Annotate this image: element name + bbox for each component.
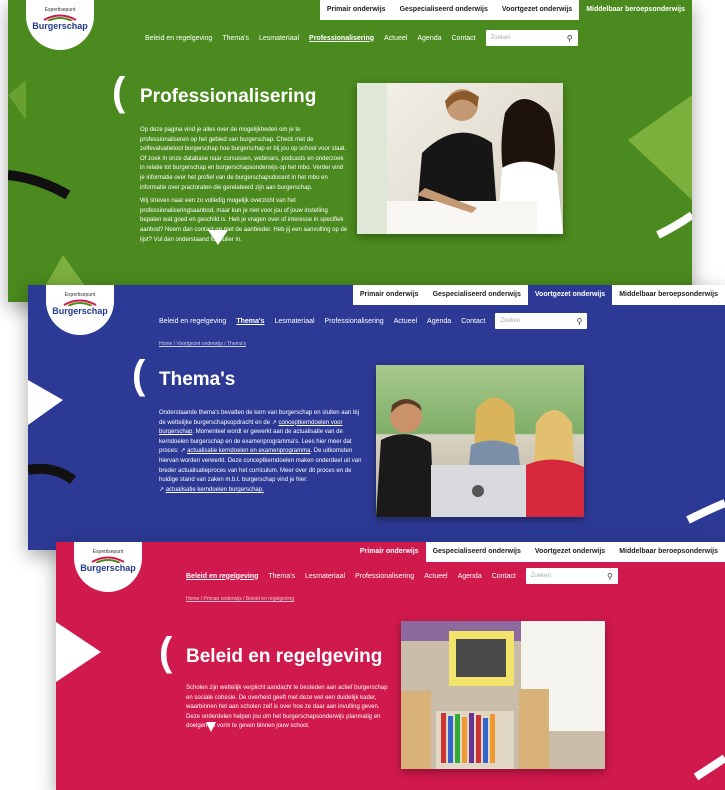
topnav-gespecialiseerd[interactable]: Gespecialiseerd onderwijs	[426, 542, 528, 562]
main-nav: Beleid en regelgeving Thema's Lesmateria…	[145, 30, 578, 46]
topnav-mbo[interactable]: Middelbaar beroepsonderwijs	[612, 542, 725, 562]
nav-contact[interactable]: Contact	[452, 35, 476, 42]
hero-photo-students-laptop	[376, 365, 584, 517]
breadcrumb[interactable]: Home / Primair onderwijs / Beleid en reg…	[186, 596, 294, 602]
nav-professionalisering[interactable]: Professionalisering	[355, 573, 414, 580]
nav-beleid[interactable]: Beleid en regelgeving	[186, 573, 258, 580]
breadcrumb[interactable]: Home / Voortgezet onderwijs / Thema's	[159, 341, 246, 347]
students-illustration	[376, 397, 584, 517]
topnav-mbo[interactable]: Middelbaar beroepsonderwijs	[612, 285, 725, 305]
audience-nav: Primair onderwijs Gespecialiseerd onderw…	[352, 285, 725, 305]
nav-professionalisering[interactable]: Professionalisering	[325, 318, 384, 325]
audience-nav: Primair onderwijs Gespecialiseerd onderw…	[352, 542, 725, 562]
search-input[interactable]: Zoeken ⚲	[495, 313, 588, 329]
link-actualisatie-examen[interactable]: actualisatie kerndoelen en examenprogram…	[187, 448, 310, 454]
logo-arc-icon	[63, 299, 97, 306]
topnav-primair[interactable]: Primair onderwijs	[320, 0, 393, 20]
nav-lesmateriaal[interactable]: Lesmateriaal	[274, 318, 314, 325]
nav-agenda[interactable]: Agenda	[427, 318, 451, 325]
nav-beleid[interactable]: Beleid en regelgeving	[159, 318, 226, 325]
audience-nav: Primair onderwijs Gespecialiseerd onderw…	[319, 0, 692, 20]
nav-professionalisering[interactable]: Professionalisering	[309, 35, 374, 42]
nav-contact[interactable]: Contact	[461, 318, 485, 325]
search-icon[interactable]: ⚲	[576, 317, 582, 326]
search-icon[interactable]: ⚲	[607, 572, 613, 581]
screenshot-professionalisering: Primair onderwijs Gespecialiseerd onderw…	[8, 0, 692, 302]
topnav-gespecialiseerd[interactable]: Gespecialiseerd onderwijs	[393, 0, 495, 20]
screenshot-themas: Primair onderwijs Gespecialiseerd onderw…	[28, 285, 725, 550]
topnav-voortgezet[interactable]: Voortgezet onderwijs	[527, 285, 613, 305]
page-title: Beleid en regelgeving	[186, 646, 383, 667]
classroom-illustration	[401, 621, 605, 769]
nav-actueel[interactable]: Actueel	[394, 318, 417, 325]
logo-arc-icon	[91, 556, 125, 563]
main-nav: Beleid en regelgeving Thema's Lesmateria…	[186, 568, 618, 584]
nav-contact[interactable]: Contact	[492, 573, 516, 580]
screenshot-beleid: Primair onderwijs Gespecialiseerd onderw…	[56, 542, 725, 790]
search-icon[interactable]: ⚲	[567, 34, 573, 43]
search-input[interactable]: Zoeken ⚲	[525, 568, 618, 584]
nav-themas[interactable]: Thema's	[236, 318, 264, 325]
main-nav: Beleid en regelgeving Thema's Lesmateria…	[159, 313, 588, 329]
topnav-primair[interactable]: Primair onderwijs	[353, 285, 426, 305]
topnav-voortgezet[interactable]: Voortgezet onderwijs	[495, 0, 579, 20]
topnav-primair[interactable]: Primair onderwijs	[352, 542, 426, 562]
external-link-icon: ↗	[271, 419, 277, 426]
external-link-icon: ↗	[180, 448, 186, 455]
nav-beleid[interactable]: Beleid en regelgeving	[145, 35, 212, 42]
nav-actueel[interactable]: Actueel	[384, 35, 407, 42]
nav-themas[interactable]: Thema's	[268, 573, 295, 580]
nav-agenda[interactable]: Agenda	[417, 35, 441, 42]
topnav-gespecialiseerd[interactable]: Gespecialiseerd onderwijs	[426, 285, 528, 305]
intro-text: Onderstaande thema's bevatten de kern va…	[159, 410, 362, 493]
topnav-mbo[interactable]: Middelbaar beroepsonderwijs	[579, 0, 692, 20]
page-title: Thema's	[159, 369, 236, 390]
intro-text: Op deze pagina vind je alles over de mog…	[140, 127, 348, 243]
nav-actueel[interactable]: Actueel	[424, 573, 447, 580]
external-link-icon: ↗	[159, 486, 165, 493]
bracket-decor: (	[112, 70, 126, 114]
link-actualisatie-burgerschap[interactable]: actualisatie kerndoelen burgerschap.	[166, 487, 264, 493]
nav-lesmateriaal[interactable]: Lesmateriaal	[305, 573, 345, 580]
nav-agenda[interactable]: Agenda	[458, 573, 482, 580]
topnav-voortgezet[interactable]: Voortgezet onderwijs	[528, 542, 612, 562]
students-illustration	[357, 83, 563, 234]
hero-photo-classroom	[401, 621, 605, 769]
bracket-decor: (	[159, 630, 173, 674]
search-input[interactable]: Zoeken ⚲	[485, 30, 578, 46]
page-title: Professionalisering	[140, 86, 317, 107]
bracket-decor: (	[132, 353, 146, 397]
hero-photo-students	[357, 83, 563, 234]
nav-lesmateriaal[interactable]: Lesmateriaal	[259, 35, 299, 42]
intro-text: Scholen zijn wettelijk verplicht aandach…	[186, 685, 388, 730]
nav-themas[interactable]: Thema's	[222, 35, 249, 42]
logo-arc-icon	[43, 14, 77, 21]
